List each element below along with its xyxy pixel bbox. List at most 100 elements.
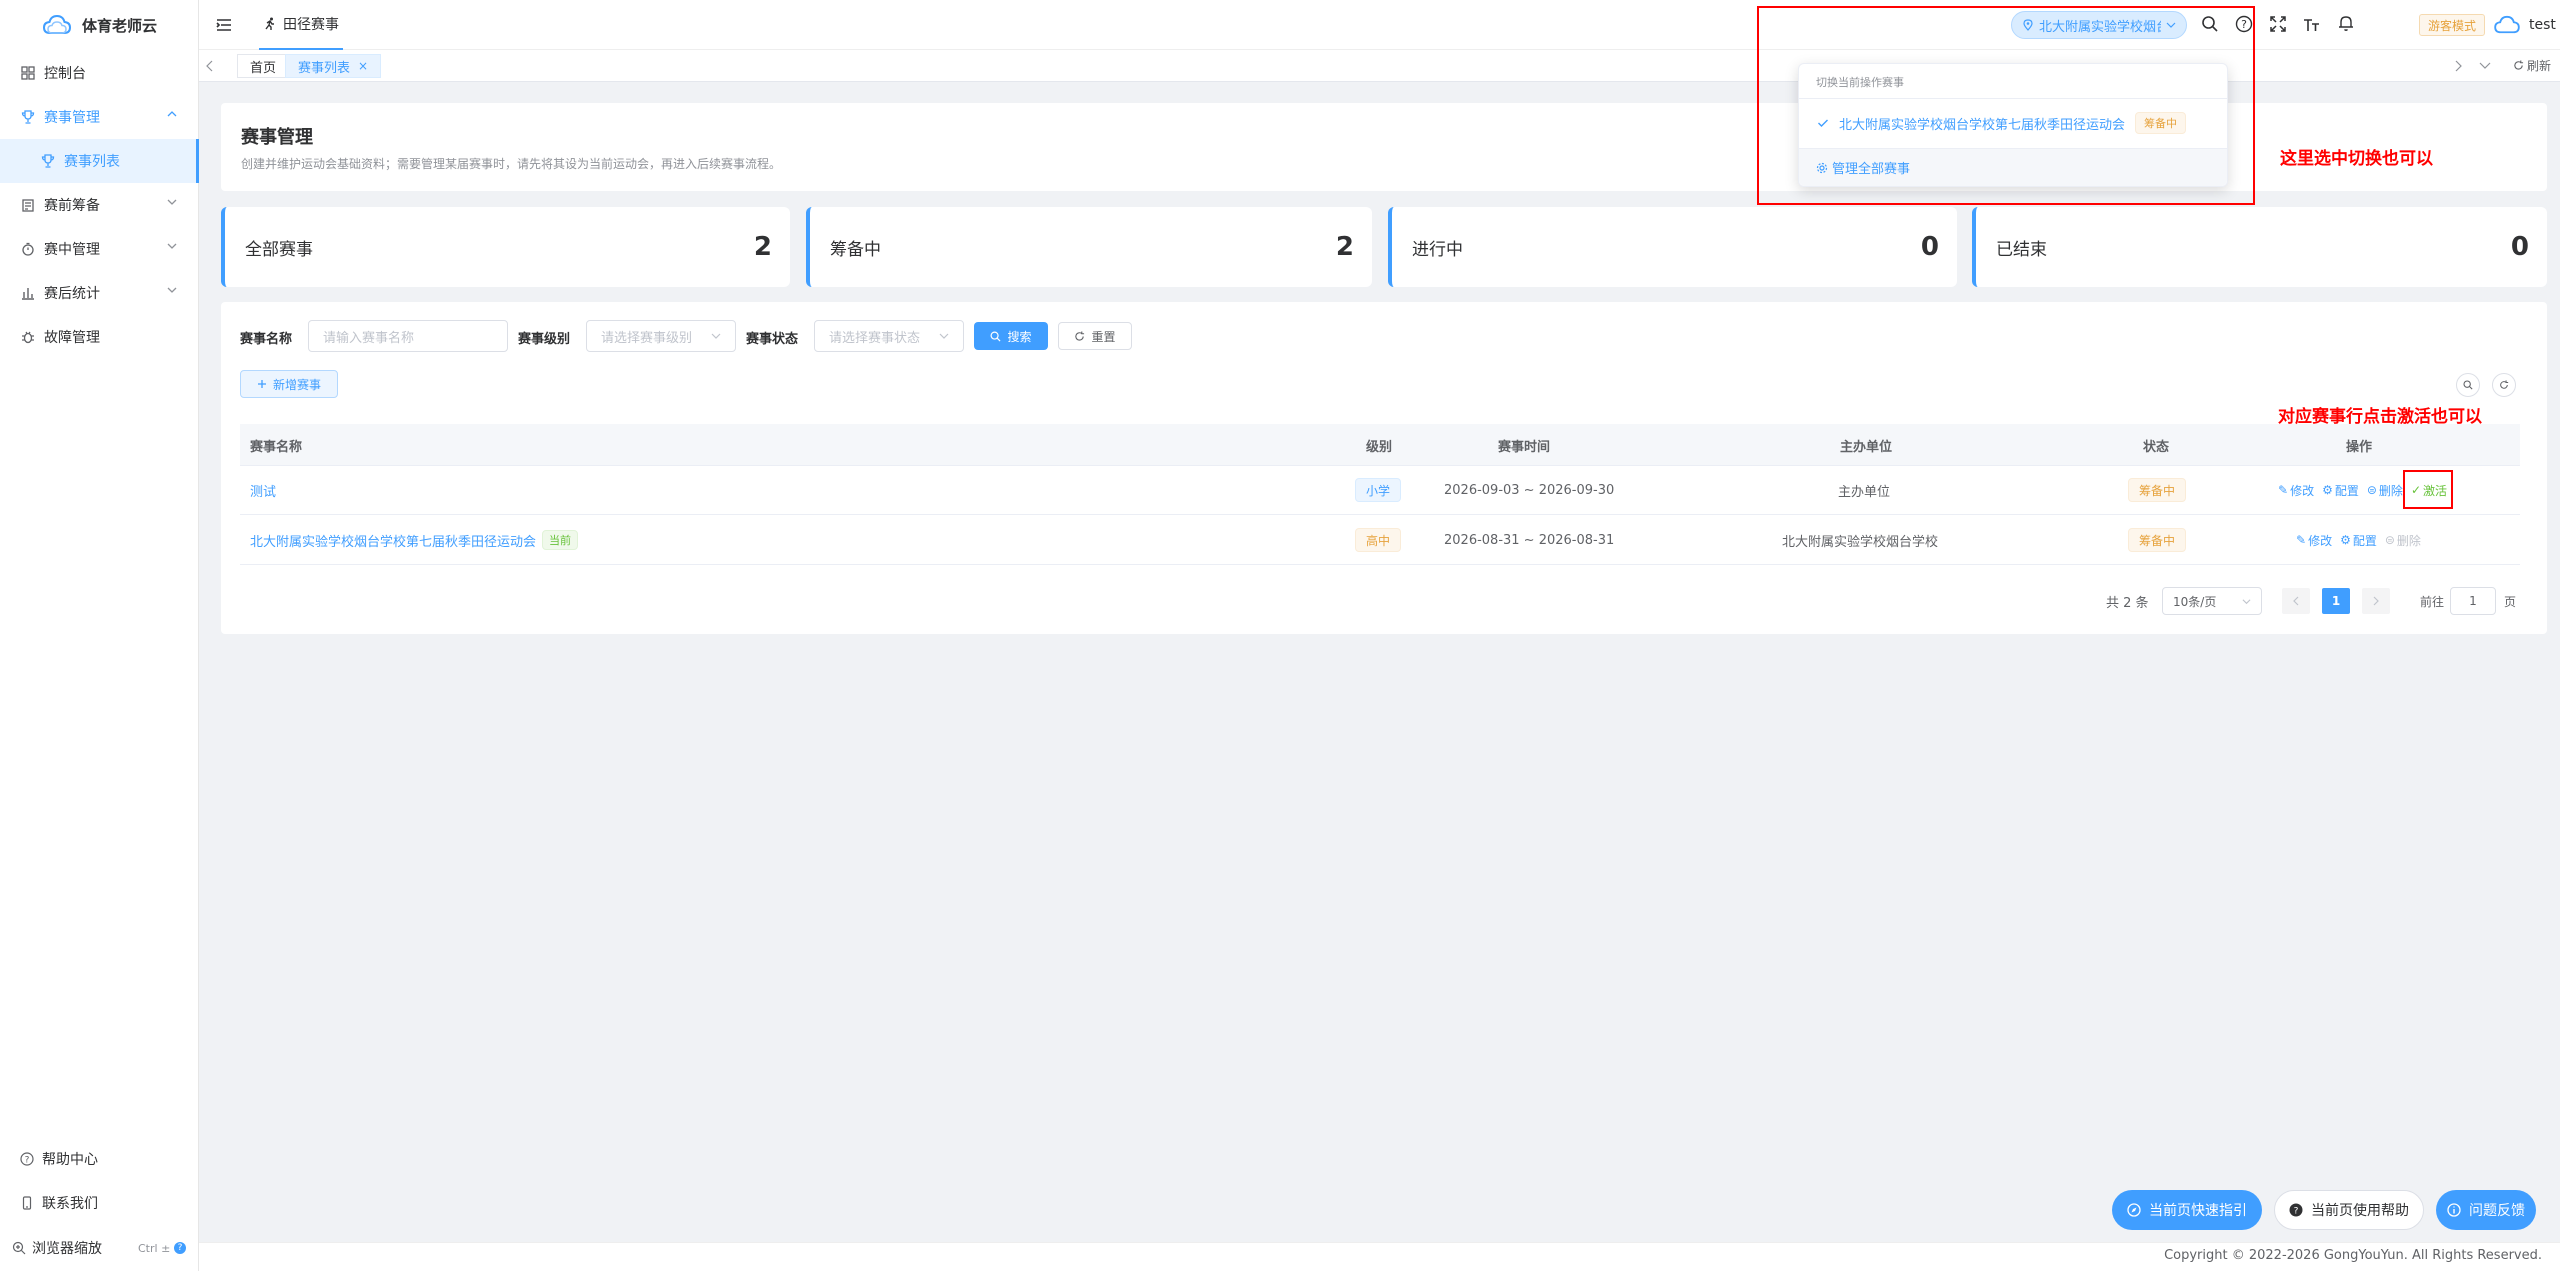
tab-home[interactable]: 首页 xyxy=(237,54,290,78)
stat-value: 0 xyxy=(2510,232,2529,262)
column-header-actions: 操作 xyxy=(2346,439,2373,455)
annotation-box-activate xyxy=(2403,470,2453,509)
page-1-button[interactable]: 1 xyxy=(2322,588,2350,614)
sidebar-item-fault[interactable]: 故障管理 xyxy=(0,315,199,359)
sidebar-item-post-event[interactable]: 赛后统计 xyxy=(0,271,199,315)
info-circle-icon xyxy=(2447,1203,2461,1217)
browser-zoom-item[interactable]: 浏览器缩放 Ctrl ± ? xyxy=(0,1226,199,1270)
config-button[interactable]: ⚙ 配置 xyxy=(2340,532,2377,549)
page-help-label: 当前页使用帮助 xyxy=(2311,1203,2409,1219)
stat-label: 进行中 xyxy=(1412,239,1463,260)
chevron-up-icon xyxy=(167,109,177,119)
refresh-button[interactable]: 刷新 xyxy=(2513,57,2551,74)
sidebar-item-event-list[interactable]: 赛事列表 xyxy=(0,139,199,183)
delete-button[interactable]: ⊜ 删除 xyxy=(2367,482,2403,499)
chevron-down-icon xyxy=(167,285,177,295)
question-circle-icon: ? xyxy=(2289,1203,2303,1217)
edit-label: 修改 xyxy=(2290,483,2315,498)
compass-icon xyxy=(2127,1203,2141,1217)
help-center-label: 帮助中心 xyxy=(42,1152,98,1168)
stat-label: 全部赛事 xyxy=(245,239,313,260)
feedback-button[interactable]: 问题反馈 xyxy=(2436,1190,2536,1230)
question-circle-icon: ? xyxy=(20,1152,34,1166)
sidebar-item-pre-event[interactable]: 赛前筹备 xyxy=(0,183,199,227)
svg-text:?: ? xyxy=(2294,1207,2299,1217)
event-host: 主办单位 xyxy=(1838,484,1891,500)
event-name-filter-label: 赛事名称 xyxy=(240,332,293,347)
event-status-placeholder: 请选择赛事状态 xyxy=(829,330,921,346)
cloud-logo-icon xyxy=(42,14,72,36)
chevron-down-icon[interactable] xyxy=(2479,61,2491,71)
page-help-button[interactable]: ? 当前页使用帮助 xyxy=(2274,1190,2424,1230)
prev-page-button[interactable] xyxy=(2282,588,2310,614)
chevron-down-icon xyxy=(939,331,949,341)
reset-button[interactable]: 重置 xyxy=(1058,322,1132,350)
page-size-select[interactable]: 10条/页 xyxy=(2162,587,2262,615)
module-tab[interactable]: 田径赛事 xyxy=(259,0,343,50)
feedback-label: 问题反馈 xyxy=(2469,1203,2525,1219)
stat-value: 2 xyxy=(753,232,772,262)
event-name-link[interactable]: 北大附属实验学校烟台学校第七届秋季田径运动会 xyxy=(250,531,536,550)
goto-page-input[interactable]: 1 xyxy=(2450,587,2496,615)
edit-button[interactable]: ✎ 修改 xyxy=(2296,532,2332,549)
app-logo[interactable]: 体育老师云 xyxy=(0,0,199,50)
sidebar-item-label: 赛后统计 xyxy=(44,286,100,302)
event-name-link[interactable]: 测试 xyxy=(250,466,276,514)
chevron-left-icon xyxy=(2292,596,2300,606)
sidebar-item-label: 控制台 xyxy=(44,66,86,82)
module-title: 田径赛事 xyxy=(283,17,339,33)
event-level-select[interactable]: 请选择赛事级别 xyxy=(586,320,736,352)
chevron-right-icon[interactable] xyxy=(2453,60,2463,72)
refresh-icon xyxy=(2513,60,2524,71)
quick-guide-button[interactable]: 当前页快速指引 xyxy=(2112,1190,2262,1230)
tab-home-label: 首页 xyxy=(250,60,277,76)
refresh-icon xyxy=(1074,330,1085,342)
refresh-icon xyxy=(2499,380,2509,390)
event-name-input[interactable]: 请输入赛事名称 xyxy=(308,320,508,352)
stat-card-finished: 已结束 0 xyxy=(1972,207,2547,287)
add-event-button-label: 新增赛事 xyxy=(272,377,321,392)
next-page-button[interactable] xyxy=(2362,588,2390,614)
chevron-left-icon[interactable] xyxy=(205,60,215,72)
toggle-search-button[interactable] xyxy=(2456,373,2480,397)
stat-card-ongoing: 进行中 0 xyxy=(1388,207,1957,287)
sidebar-item-console[interactable]: 控制台 xyxy=(0,51,199,95)
config-button[interactable]: ⚙ 配置 xyxy=(2322,482,2359,499)
search-button[interactable]: 搜索 xyxy=(974,322,1048,350)
column-header-time: 赛事时间 xyxy=(1498,439,1551,455)
event-time: 2026-08-31 ~ 2026-08-31 xyxy=(1444,532,1615,548)
event-status-filter-label: 赛事状态 xyxy=(746,332,799,347)
event-status-select[interactable]: 请选择赛事状态 xyxy=(814,320,964,352)
menu-toggle-icon[interactable] xyxy=(215,16,233,34)
chevron-down-icon xyxy=(167,197,177,207)
refresh-table-button[interactable] xyxy=(2492,373,2516,397)
config-label: 配置 xyxy=(2352,533,2377,548)
column-header-host: 主办单位 xyxy=(1840,439,1893,455)
delete-label: 删除 xyxy=(2378,483,2403,498)
chevron-down-icon xyxy=(2242,597,2251,606)
stopwatch-icon xyxy=(20,241,36,257)
help-center-link[interactable]: ? 帮助中心 xyxy=(0,1137,199,1181)
font-size-icon[interactable] xyxy=(2303,15,2321,33)
event-name-cell: 北大附属实验学校烟台学校第七届秋季田径运动会 当前 xyxy=(250,516,579,564)
contact-us-link[interactable]: 联系我们 xyxy=(0,1181,199,1225)
close-icon[interactable]: × xyxy=(358,59,368,73)
level-tag: 高中 xyxy=(1355,528,1402,552)
cloud-avatar-icon xyxy=(2493,15,2521,35)
status-tag: 筹备中 xyxy=(2128,528,2187,552)
bell-icon[interactable] xyxy=(2337,14,2355,32)
config-label: 配置 xyxy=(2334,483,2359,498)
sidebar-item-event-management[interactable]: 赛事管理 xyxy=(0,95,199,139)
zoom-help-badge[interactable]: ? xyxy=(174,1242,186,1254)
chevron-down-icon xyxy=(167,241,177,251)
tab-event-list[interactable]: 赛事列表 × xyxy=(285,54,382,78)
stat-label: 筹备中 xyxy=(830,239,881,260)
user-menu[interactable]: test xyxy=(2493,10,2556,40)
sidebar-item-in-event[interactable]: 赛中管理 xyxy=(0,227,199,271)
add-event-button[interactable]: 新增赛事 xyxy=(240,370,338,398)
sidebar-item-label: 赛事管理 xyxy=(44,110,100,126)
edit-label: 修改 xyxy=(2308,533,2333,548)
fullscreen-icon[interactable] xyxy=(2269,15,2287,33)
column-header-status: 状态 xyxy=(2143,439,2170,455)
edit-button[interactable]: ✎ 修改 xyxy=(2278,482,2314,499)
